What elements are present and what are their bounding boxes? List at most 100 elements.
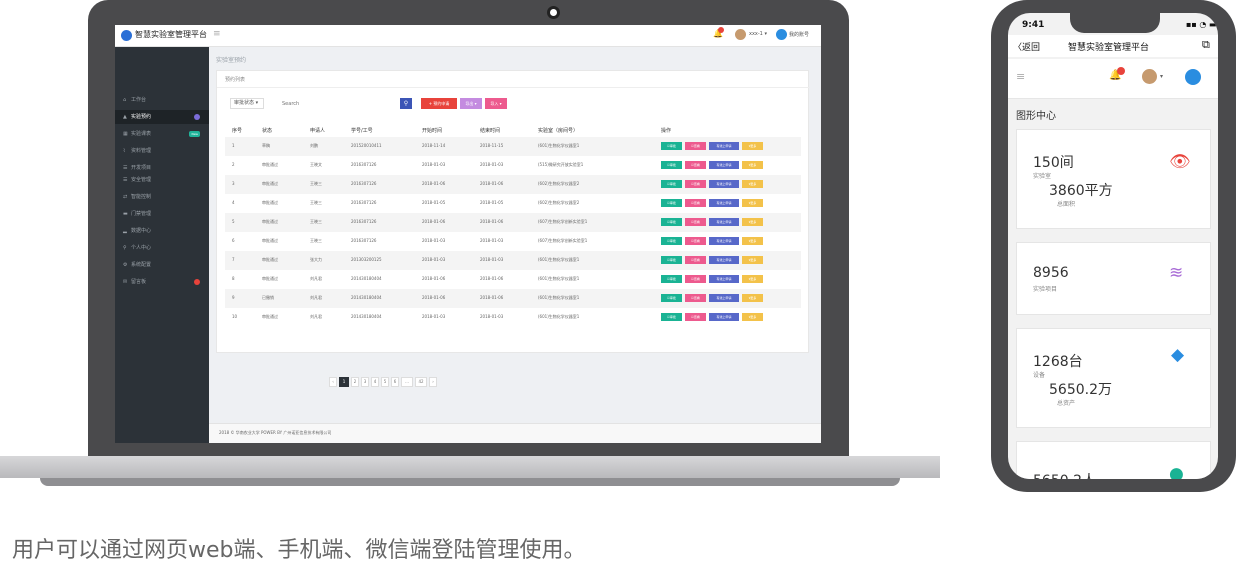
avatar[interactable] [1142,69,1157,84]
row-action-button[interactable]: 有线上申请 [709,180,739,188]
row-action-button[interactable]: 有线上申请 [709,256,739,264]
row-action-button[interactable]: ▾更多 [742,199,763,207]
sidebar-item-label: 实验课表 [131,131,152,137]
tag-icon: ◆ [1171,345,1185,365]
page-1[interactable]: 1 [339,377,349,387]
page-3[interactable]: 3 [361,377,369,387]
status-filter-select[interactable]: 审批状态 ▾ [230,98,264,109]
chevron-down-icon[interactable]: ▾ [1160,73,1163,80]
sidebar-item-schedule[interactable]: ▦ 实验课表 New [115,127,209,141]
table-cell: 4 [232,200,235,205]
row-action-button[interactable]: ☑审批 [661,180,682,188]
row-action-button[interactable]: ☑查看 [685,142,706,150]
account-icon[interactable] [776,29,787,40]
row-action-button[interactable]: ☑查看 [685,199,706,207]
table-cell: (515)微研究开放实验室1 [538,162,584,167]
row-action-button[interactable]: ☑查看 [685,180,706,188]
table-cell: 2 [232,162,235,167]
row-action-button[interactable]: ☑查看 [685,275,706,283]
row-action-button[interactable]: ☑审批 [661,294,682,302]
row-action-button[interactable]: ▾更多 [742,237,763,245]
row-action-button[interactable]: ▾更多 [742,256,763,264]
stat-label: 设备 [1033,372,1046,379]
stat-tile-labs[interactable]: 150间 实验室 3860平方 总面积 👁 [1016,129,1211,229]
back-button[interactable]: 〈返回 [1013,40,1040,53]
page-42[interactable]: 42 [415,377,427,387]
hamburger-icon[interactable]: ≡ [1016,70,1025,83]
row-action-button[interactable]: ☑审批 [661,256,682,264]
row-action-button[interactable]: ☑审批 [661,237,682,245]
user-menu[interactable]: xxx-1 ▾ [749,31,767,37]
row-action-button[interactable]: ☑审批 [661,218,682,226]
table-cell: 201430180404 [351,295,382,300]
row-action-button[interactable]: ☑审批 [661,142,682,150]
row-action-button[interactable]: ▾更多 [742,275,763,283]
row-action-button[interactable]: ▾更多 [742,313,763,321]
row-action-button[interactable]: 有线上申请 [709,294,739,302]
page-2[interactable]: 2 [351,377,359,387]
row-action-button[interactable]: ▾更多 [742,142,763,150]
row-action-button[interactable]: ☑查看 [685,218,706,226]
row-action-button[interactable]: ▾更多 [742,161,763,169]
sidebar-item-access[interactable]: ▬ 门禁管理 [115,207,209,221]
row-action-button[interactable]: ☑审批 [661,161,682,169]
row-action-button[interactable]: 有线上申请 [709,275,739,283]
sidebar-item-data[interactable]: ▂ 数据中心 [115,224,209,238]
row-action-button[interactable]: ☑查看 [685,294,706,302]
list-icon: ☰ [123,177,128,183]
row-action-button[interactable]: ☑审批 [661,275,682,283]
row-action-button[interactable]: 有线上申请 [709,218,739,226]
table-cell: 2018-01-03 [422,162,446,167]
sidebar-item-safety[interactable]: ☰ 安全管理 [115,173,209,187]
row-action-button[interactable]: ☑查看 [685,161,706,169]
sidebar-item-profile[interactable]: ⚲ 个人中心 [115,241,209,255]
account-icon[interactable] [1185,69,1201,85]
stat-tile-people[interactable]: 5650.2人 ● [1016,441,1211,479]
row-action-button[interactable]: 有线上申请 [709,142,739,150]
avatar[interactable] [735,29,746,40]
add-booking-button[interactable]: + 预约申请 [421,98,457,109]
row-action-button[interactable]: ☑查看 [685,256,706,264]
row-action-button[interactable]: ☑查看 [685,313,706,321]
table-row: 10 审批通过 刘凡君 201430180404 2018-01-03 2018-01-0… [225,308,801,327]
export-button[interactable]: 导出 ▾ [460,98,482,109]
row-action-button[interactable]: ☑查看 [685,237,706,245]
sidebar-item-label: 个人中心 [131,245,152,251]
search-button[interactable]: ⚲ [400,98,412,109]
hamburger-icon[interactable]: ≡ [213,29,221,39]
stat-tile-projects[interactable]: 8956 实验项目 ≋ [1016,242,1211,315]
table-cell: 2018-01-05 [480,200,504,205]
row-action-button[interactable]: 有线上申请 [709,199,739,207]
row-action-button[interactable]: ▾更多 [742,294,763,302]
import-button[interactable]: 导入 ▾ [485,98,507,109]
search-input[interactable] [278,98,398,109]
row-action-button[interactable]: ☑审批 [661,199,682,207]
table-cell: 2018-01-03 [422,314,446,319]
page-4[interactable]: 4 [371,377,379,387]
row-action-button[interactable]: 有线上申请 [709,161,739,169]
row-action-button[interactable]: ▾更多 [742,218,763,226]
page-5[interactable]: 5 [381,377,389,387]
stat-tile-equipment[interactable]: 1268台 设备 5650.2万 总资产 ◆ [1016,328,1211,428]
table-cell: (601)生物化学仪器室1 [538,314,580,319]
user-icon: ▲ [123,114,127,120]
sidebar-item-dashboard[interactable]: ⌂ 工作台 [115,93,209,107]
row-action-button[interactable]: 有线上申请 [709,237,739,245]
phone-notch [1070,13,1160,33]
row-action-button[interactable]: ☑审批 [661,313,682,321]
sidebar-item-booking[interactable]: ▲ 实验预约 [115,110,209,124]
table-cell: (607)生物化学创新实验室1 [538,219,588,224]
account-label[interactable]: 我的账号 [789,31,809,38]
row-action-button[interactable]: 有线上申请 [709,313,739,321]
next-page[interactable]: › [429,377,437,387]
search-icon: ⚲ [403,100,409,107]
sidebar-item-control[interactable]: ⇄ 智能控制 [115,190,209,204]
share-icon[interactable]: ⧉ [1202,38,1210,52]
table-row: 6 审批通过 王晓三 2016307126 2018-01-03 2018-01-03 (6… [225,232,801,251]
sidebar-item-materials[interactable]: ⌇ 资料管理 [115,144,209,158]
sidebar-item-messages[interactable]: ✉ 留言板 [115,275,209,289]
prev-page[interactable]: ‹ [329,377,337,387]
sidebar-item-settings[interactable]: ⚙ 系统配置 [115,258,209,272]
row-action-button[interactable]: ▾更多 [742,180,763,188]
page-6[interactable]: 6 [391,377,399,387]
